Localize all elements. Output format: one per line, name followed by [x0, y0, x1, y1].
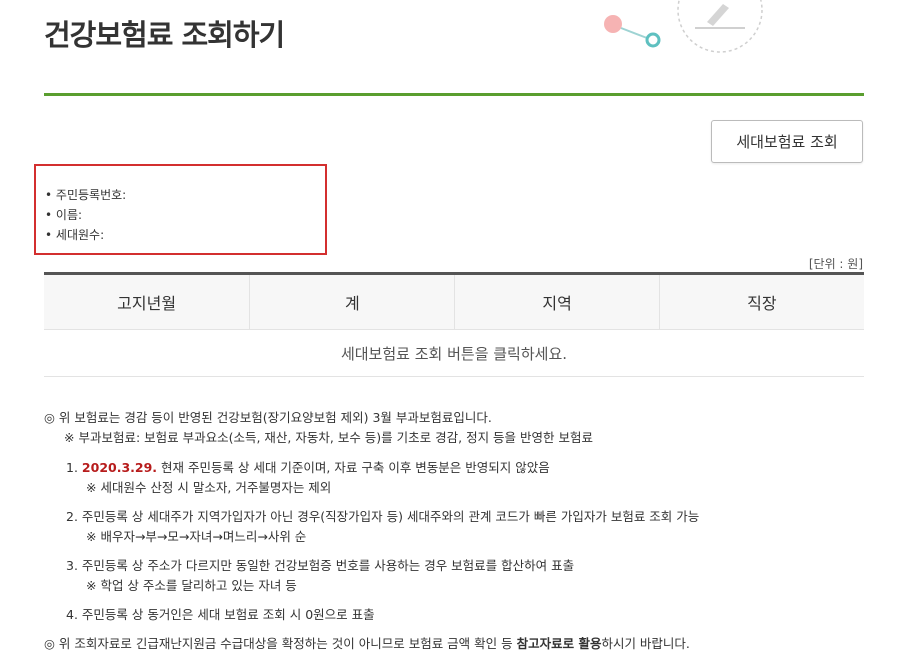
notes-section: ◎ 위 보험료는 경감 등이 반영된 건강보험(장기요양보험 제외) 3월 부과…	[44, 408, 884, 654]
title-divider	[44, 93, 864, 96]
note-item-2: 2. 주민등록 상 세대주가 지역가입자가 아닌 경우(직장가입자 등) 세대주…	[66, 509, 700, 524]
table-row: 세대보험료 조회 버튼을 클릭하세요.	[44, 329, 864, 377]
col-total: 계	[249, 273, 455, 330]
col-billing-month: 고지년월	[44, 273, 250, 330]
info-name: • 이름:	[45, 208, 83, 222]
note-item-3-sub: ※ 학업 상 주소를 달리하고 있는 자녀 등	[86, 578, 297, 593]
col-workplace: 직장	[658, 273, 864, 330]
header-illustration	[604, 0, 763, 53]
note-main-1: ◎ 위 보험료는 경감 등이 반영된 건강보험(장기요양보험 제외) 3월 부과…	[44, 410, 492, 425]
note-item-3: 3. 주민등록 상 주소가 다르지만 동일한 건강보험증 번호를 사용하는 경우…	[66, 558, 575, 573]
reference-date: 2020.3.29.	[81, 460, 158, 475]
col-regional: 지역	[454, 273, 660, 330]
table-header-row: 고지년월 계 지역 직장	[44, 273, 864, 330]
unit-label: [단위 : 원]	[808, 257, 863, 271]
note-item-1: 1. 2020.3.29. 현재 주민등록 상 세대 기준이며, 자료 구축 이…	[66, 460, 550, 475]
empty-message: 세대보험료 조회 버튼을 클릭하세요.	[44, 329, 864, 377]
member-info-list: • 주민등록번호: • 이름: • 세대원수:	[45, 187, 126, 247]
note-item-2-sub: ※ 배우자→부→모→자녀→며느리→사위 순	[86, 529, 307, 544]
note-sub-1: ※ 부과보험료: 보험료 부과요소(소득, 재산, 자동차, 보수 등)를 기초…	[64, 430, 593, 445]
note-item-1-sub: ※ 세대원수 산정 시 말소자, 거주불명자는 제외	[86, 480, 332, 495]
info-household-count: • 세대원수:	[45, 228, 105, 242]
info-resident-number: • 주민등록번호:	[45, 188, 127, 202]
note-main-2: ◎ 위 조회자료로 긴급재난지원금 수급대상을 확정하는 것이 아니므로 보험료…	[44, 636, 690, 651]
note-item-4: 4. 주민등록 상 동거인은 세대 보험료 조회 시 0원으로 표출	[66, 607, 375, 622]
reference-emphasis: 참고자료로 활용	[516, 636, 602, 651]
premium-table: 고지년월 계 지역 직장 세대보험료 조회 버튼을 클릭하세요.	[44, 272, 864, 377]
page-title: 건강보험료 조회하기	[44, 18, 285, 52]
household-premium-query-button[interactable]: 세대보험료 조회	[711, 120, 863, 163]
